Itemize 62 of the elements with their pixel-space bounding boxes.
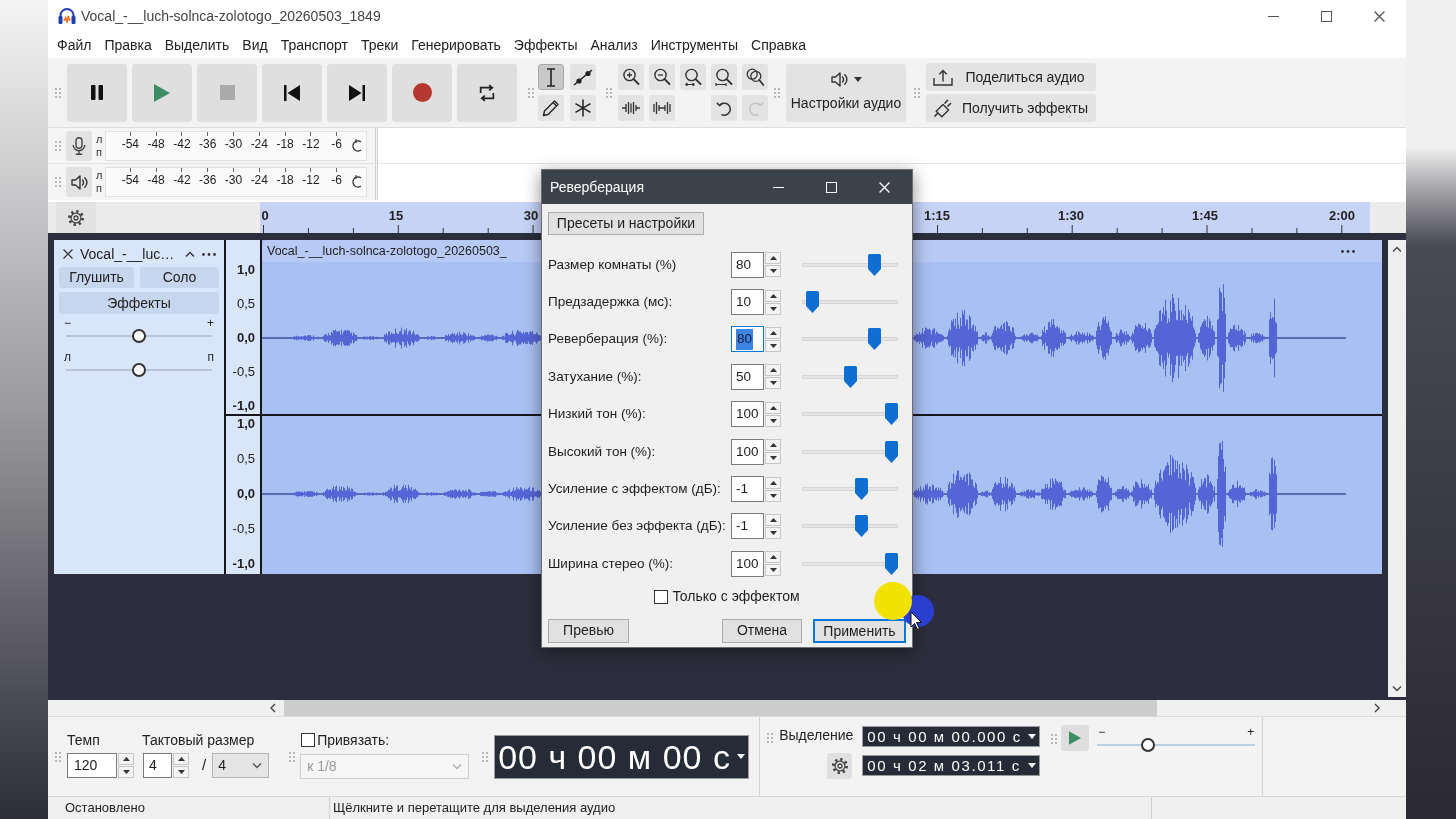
ruler-label: 1:15 <box>924 208 950 223</box>
status-text: Щёлкните и перетащите для выделения аудио <box>333 799 616 818</box>
channel-label: л <box>96 132 103 146</box>
parameter-label: Предзадержка (мс): <box>548 292 674 311</box>
meter-scale-label: -54 <box>121 172 139 188</box>
slider-min-label: − <box>1098 726 1106 738</box>
ruler-label: 30 <box>523 208 539 223</box>
amplitude-label: -0,5 <box>232 521 255 537</box>
slider-min-label: л <box>64 350 71 363</box>
slider-max-label: + <box>1247 726 1255 738</box>
meter-scale-label: -36 <box>199 135 217 152</box>
meter-scale-label: -24 <box>250 135 268 152</box>
amplitude-label: 0,0 <box>236 330 255 346</box>
parameter-label: Усиление с эффектом (дБ): <box>548 479 722 498</box>
parameter-label: Низкий тон (%): <box>548 405 647 424</box>
parameter-label: Размер комнаты (%) <box>548 255 678 274</box>
dialog-title: Реверберация <box>549 177 644 197</box>
amplitude-label: -1,0 <box>232 556 255 572</box>
channel-label: л <box>96 169 103 182</box>
ruler-label: 2:00 <box>1329 208 1355 223</box>
meter-scale-label: -30 <box>224 135 243 152</box>
amplitude-label: 1,0 <box>236 416 255 432</box>
ruler-label: 1:45 <box>1192 208 1218 223</box>
ruler-label: 15 <box>388 208 404 223</box>
parameter-label: Ширина стерео (%): <box>548 554 674 573</box>
slider-max-label: + <box>207 316 214 329</box>
amplitude-label: 0,0 <box>236 486 255 502</box>
amplitude-label: -0,5 <box>232 364 255 380</box>
meter-scale-label: -30 <box>224 172 243 188</box>
amplitude-label: 0,5 <box>236 296 255 312</box>
meter-scale-label: -36 <box>199 172 217 188</box>
ruler-label: 1:30 <box>1058 208 1084 223</box>
time-signature-separator: / <box>202 755 207 776</box>
meter-scale-label: -48 <box>147 135 165 152</box>
tempo-label: Темп <box>67 731 101 749</box>
meter-scale-label: -18 <box>276 135 294 152</box>
parameter-label: Усиление без эффекта (дБ): <box>548 517 727 536</box>
amplitude-label: 1,0 <box>236 262 255 278</box>
meter-scale-label: -18 <box>276 172 294 188</box>
meter-scale-label: -6 <box>331 172 343 188</box>
meter-scale-label: -6 <box>331 135 343 152</box>
meter-scale-label: -48 <box>147 172 165 188</box>
amplitude-label: 0,5 <box>236 451 255 467</box>
window-title: Vocal_-__luch-solnca-zolotogo_20260503_1849 <box>81 6 381 26</box>
slider-max-label: п <box>207 350 214 363</box>
channel-label: п <box>96 145 103 159</box>
selection-label: Выделение <box>779 726 854 744</box>
slider-min-label: − <box>64 316 71 329</box>
ruler-label: 0 <box>261 208 269 223</box>
time-signature-label: Тактовый размер <box>142 731 256 749</box>
amplitude-label: -1,0 <box>232 398 255 414</box>
parameter-label: Высокий тон (%): <box>548 442 657 461</box>
parameter-label: Затухание (%): <box>548 367 643 386</box>
meter-scale-label: -54 <box>121 135 139 152</box>
meter-scale-label: -42 <box>173 135 191 152</box>
meter-scale-label: -12 <box>302 172 320 188</box>
meter-scale-label: -42 <box>173 172 191 188</box>
meter-scale-label: -24 <box>250 172 268 188</box>
meter-scale-label: -12 <box>302 135 320 152</box>
status-text: Остановлено <box>65 799 145 818</box>
parameter-label: Реверберация (%): <box>548 330 669 349</box>
channel-label: п <box>96 182 103 195</box>
